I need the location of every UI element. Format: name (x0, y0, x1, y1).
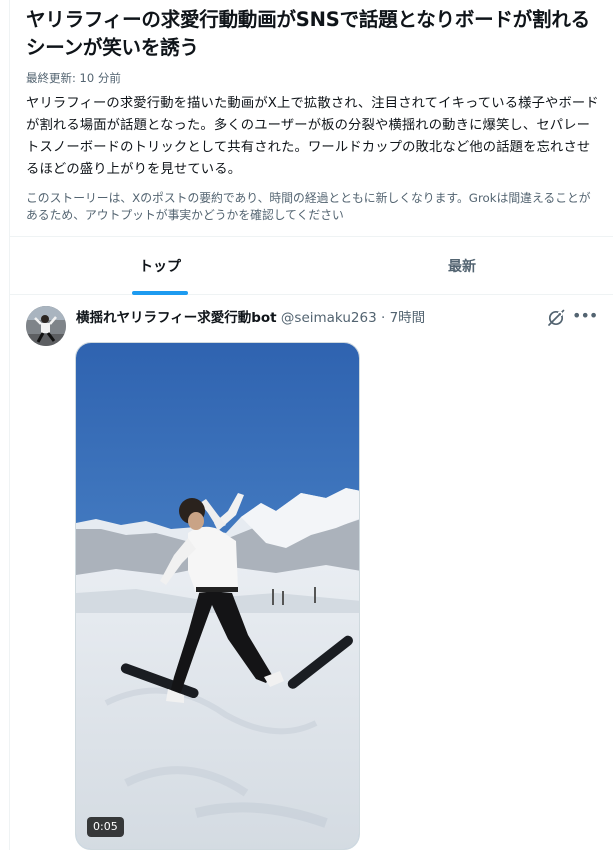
tab-latest[interactable]: 最新 (311, 237, 613, 294)
avatar-image (26, 306, 66, 346)
grok-icon[interactable] (546, 308, 566, 328)
video-thumbnail (76, 343, 359, 849)
story-title: ヤリラフィーの求愛行動動画がSNSで話題となりボードが割れるシーンが笑いを誘う (26, 8, 590, 59)
grok-disclaimer: このストーリーは、Xのポストの要約であり、時間の経過とともに新しくなります。Gr… (26, 191, 591, 222)
avatar[interactable] (26, 306, 66, 346)
tab-top-label: トップ (139, 258, 181, 275)
author-display-name[interactable]: 横揺れヤリラフィー求愛行動bot (76, 310, 277, 326)
meta-separator: · (380, 310, 386, 326)
post-author-line: 横揺れヤリラフィー求愛行動bot @seimaku263 · 7時間 (76, 308, 425, 328)
more-icon[interactable]: ••• (572, 306, 598, 326)
tab-latest-label: 最新 (448, 258, 476, 275)
last-updated: 最終更新: 10 分前 (26, 71, 121, 85)
video-duration: 0:05 (87, 817, 124, 837)
tab-bar: トップ 最新 (9, 237, 613, 295)
active-tab-indicator (132, 291, 188, 295)
author-handle[interactable]: @seimaku263 (281, 310, 377, 326)
post-video[interactable]: 0:05 (75, 342, 360, 850)
tab-top[interactable]: トップ (9, 237, 311, 295)
post-time[interactable]: 7時間 (390, 310, 426, 326)
story-header: ヤリラフィーの求愛行動動画がSNSで話題となりボードが割れるシーンが笑いを誘う … (26, 6, 601, 224)
story-summary: ヤリラフィーの求愛行動を描いた動画がX上で拡散され、注目されてイキっている様子や… (26, 96, 599, 177)
left-border (9, 0, 10, 850)
